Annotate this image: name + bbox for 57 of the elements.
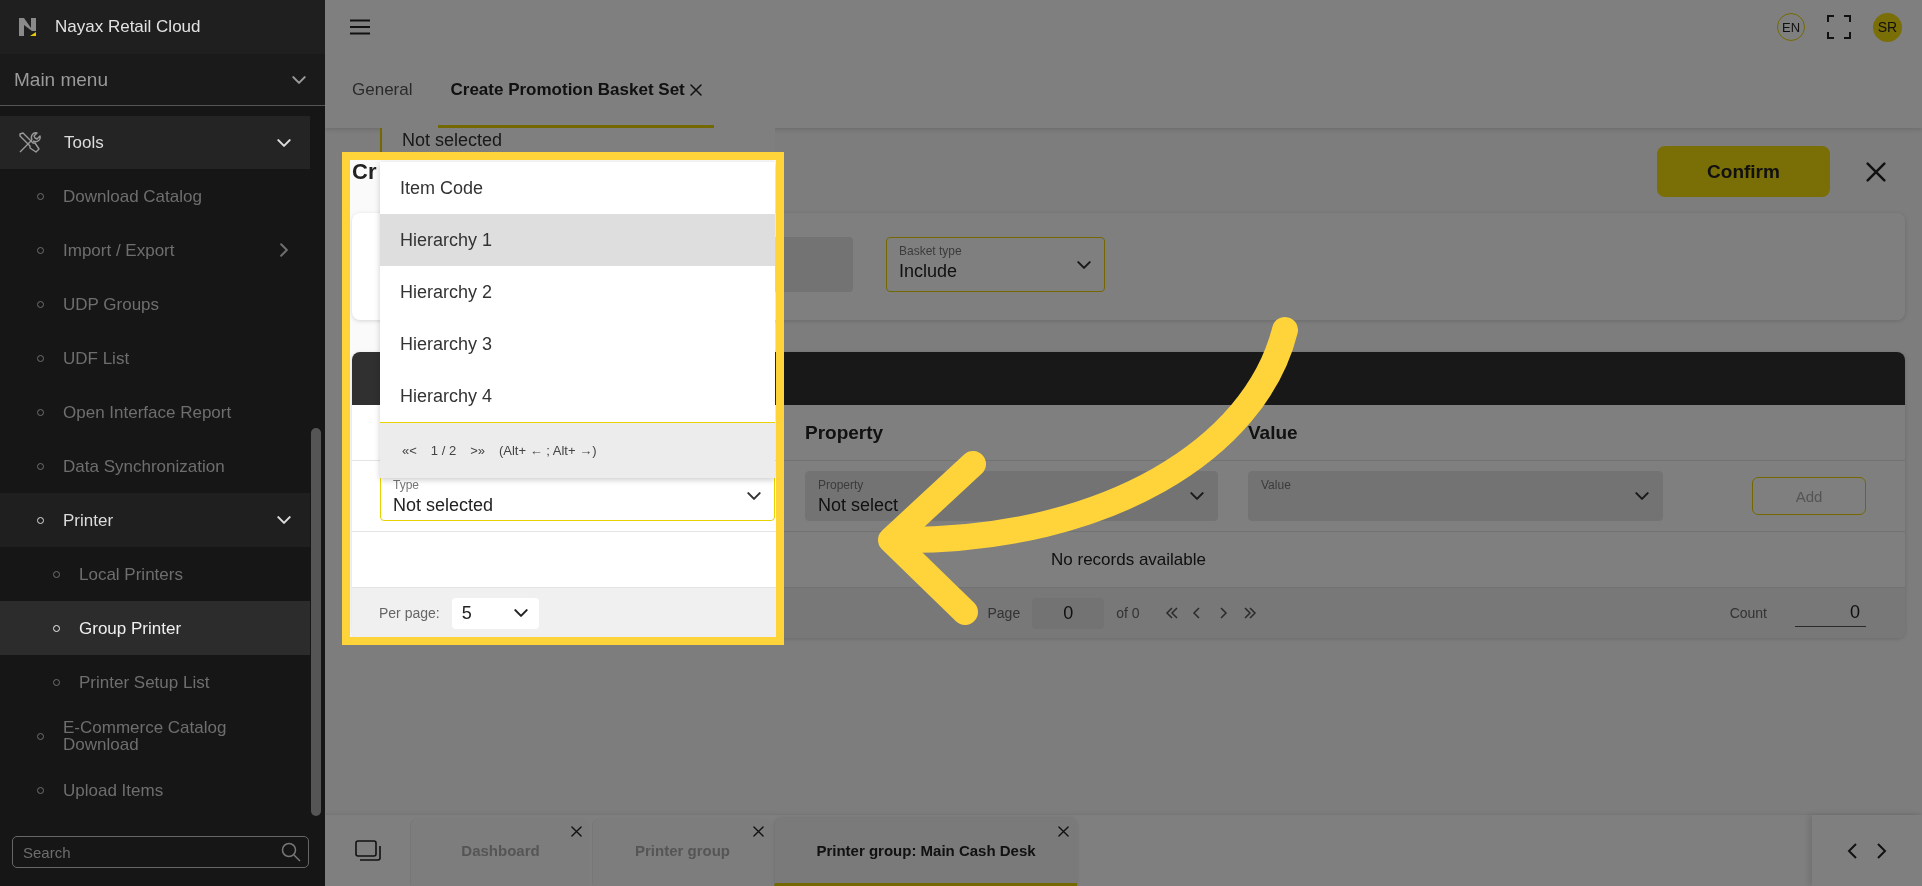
select-field[interactable]: Basket type Include — [886, 237, 1105, 292]
sidebar-item[interactable]: Download Catalog — [0, 169, 310, 223]
dropdown-option[interactable]: Hierarchy 1 — [380, 214, 775, 266]
menu-icon[interactable] — [349, 19, 371, 35]
dropdown-option[interactable]: Item Code — [380, 162, 775, 214]
page-tab[interactable]: General — [340, 54, 425, 128]
chevron-right-icon[interactable] — [1876, 841, 1888, 860]
search-icon[interactable] — [281, 842, 301, 862]
confirm-button[interactable]: Confirm — [1657, 146, 1830, 197]
column-header: Value — [1248, 421, 1299, 444]
close-icon[interactable] — [1866, 161, 1886, 182]
page-title: Cr — [352, 158, 377, 185]
close-icon[interactable] — [689, 83, 702, 96]
sidebar-item[interactable]: Upload Items — [0, 763, 310, 817]
dropdown-option[interactable]: Hierarchy 4 — [380, 370, 775, 422]
tools-icon — [16, 129, 42, 156]
sidebar-item[interactable]: Local Printers — [0, 547, 310, 601]
sidebar-item[interactable]: E-Commerce Catalog Download — [0, 709, 310, 763]
per-page-label: Per page: — [379, 605, 440, 621]
empty-message: No records available — [1051, 549, 1206, 570]
count-label: Count — [1729, 605, 1767, 621]
page-indicator: 1 / 2 — [430, 443, 457, 458]
fullscreen-icon[interactable] — [1827, 15, 1851, 39]
first-prev-link[interactable]: «< — [402, 443, 417, 458]
per-page-select[interactable]: 5 — [451, 597, 539, 629]
sidebar-item[interactable]: Open Interface Report — [0, 385, 310, 439]
sidebar-item[interactable]: UDF List — [0, 331, 310, 385]
dropdown-option[interactable]: Hierarchy 2 — [380, 266, 775, 318]
sidebar-item[interactable]: Import / Export — [0, 223, 310, 277]
next-last-link[interactable]: >» — [470, 443, 485, 458]
sidebar-item[interactable]: Tools — [0, 116, 310, 169]
first-page-icon[interactable] — [1163, 606, 1180, 620]
sidebar-item[interactable]: Group Printer — [0, 601, 310, 655]
dropdown-option[interactable]: Hierarchy 3 — [380, 318, 775, 370]
sidebar-item[interactable]: Data Synchronization — [0, 439, 310, 493]
logo-icon — [18, 17, 38, 37]
search-field[interactable]: Search — [12, 836, 309, 868]
workspace-tab[interactable]: Printer group: Main Cash Desk — [774, 818, 1077, 886]
page-label: Page — [987, 605, 1021, 621]
close-icon[interactable] — [571, 826, 582, 837]
sidebar-item[interactable]: UDP Groups — [0, 277, 310, 331]
page-total: of 0 — [1116, 605, 1140, 621]
app-title: Nayax Retail Cloud — [55, 17, 201, 37]
count-field: 0 — [1795, 599, 1866, 627]
close-icon[interactable] — [753, 826, 764, 837]
page-field[interactable]: 0 — [1032, 597, 1105, 629]
windows-icon[interactable] — [354, 839, 381, 862]
column-header: Property — [805, 421, 885, 444]
sidebar-item[interactable]: Printer Setup List — [0, 655, 310, 709]
sidebar-item[interactable]: Printer — [0, 493, 310, 547]
user-avatar[interactable]: SR — [1873, 12, 1902, 42]
chevron-left-icon[interactable] — [1846, 841, 1858, 860]
scrollbar[interactable] — [311, 428, 321, 816]
last-page-icon[interactable] — [1241, 606, 1258, 620]
main-menu-toggle[interactable]: Main menu — [0, 54, 325, 106]
shortcut-hint: (Alt+ ← ; Alt+ →) — [498, 443, 597, 458]
close-icon[interactable] — [1058, 826, 1069, 837]
